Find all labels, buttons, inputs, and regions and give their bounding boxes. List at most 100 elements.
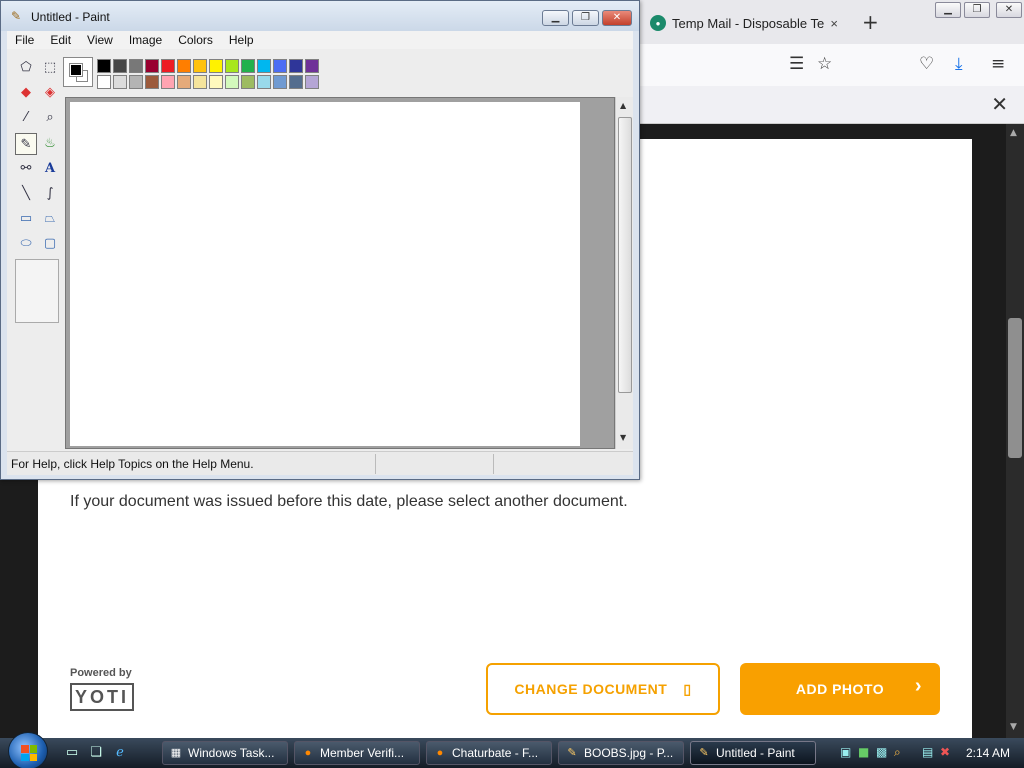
scroll-up-icon[interactable]: ▲: [620, 101, 626, 110]
airbrush-icon[interactable]: ⚯: [15, 158, 37, 180]
volume-muted-icon[interactable]: ✖: [940, 745, 950, 759]
page-scrollbar[interactable]: ▲ ▼: [1006, 124, 1024, 738]
switch-windows-icon[interactable]: ❏: [88, 745, 104, 761]
drawing-canvas[interactable]: [70, 102, 580, 446]
scroll-down-icon[interactable]: ▼: [620, 433, 626, 442]
line-icon[interactable]: ╲: [15, 183, 37, 205]
color-swatch[interactable]: [241, 75, 255, 89]
color-swatch[interactable]: [225, 59, 239, 73]
fill-bucket-icon[interactable]: ◈: [39, 82, 61, 104]
color-swatch[interactable]: [145, 75, 159, 89]
taskbar-item-task-manager[interactable]: ▦ Windows Task...: [162, 741, 288, 765]
foreground-color[interactable]: [69, 63, 83, 77]
security-icon[interactable]: ■: [858, 745, 869, 759]
taskbar-item-boobs-paint[interactable]: ✎ BOOBS.jpg - P...: [558, 741, 684, 765]
tray-app-icon[interactable]: ▩: [876, 745, 887, 759]
color-swatch[interactable]: [177, 59, 191, 73]
reader-view-icon[interactable]: ☰: [789, 54, 804, 74]
polygon-icon[interactable]: ⏢: [39, 208, 61, 230]
download-icon[interactable]: ⤓: [955, 54, 963, 74]
taskbar-item-untitled-paint[interactable]: ✎ Untitled - Paint: [690, 741, 816, 765]
color-swatch[interactable]: [289, 59, 303, 73]
color-swatch[interactable]: [273, 75, 287, 89]
menu-view[interactable]: View: [79, 31, 121, 49]
color-swatch[interactable]: [161, 59, 175, 73]
color-swatch[interactable]: [305, 59, 319, 73]
menu-edit[interactable]: Edit: [42, 31, 79, 49]
color-swatch[interactable]: [209, 59, 223, 73]
color-swatch[interactable]: [97, 75, 111, 89]
menu-image[interactable]: Image: [121, 31, 170, 49]
color-swatch[interactable]: [225, 75, 239, 89]
scroll-up-icon[interactable]: ▲: [1010, 128, 1017, 138]
taskbar-item-chaturbate[interactable]: ● Chaturbate - F...: [426, 741, 552, 765]
canvas-scroll-thumb[interactable]: [618, 117, 632, 393]
paint-maximize-button[interactable]: ❐: [572, 10, 599, 26]
browser-minimize-button[interactable]: ▁: [935, 2, 961, 18]
notification-close-icon[interactable]: ✕: [991, 92, 1008, 116]
firefox-icon: ●: [436, 747, 444, 759]
color-swatch[interactable]: [97, 59, 111, 73]
taskbar-item-member-verification[interactable]: ● Member Verifi...: [294, 741, 420, 765]
paint-minimize-button[interactable]: ▁: [542, 10, 569, 26]
color-swatch[interactable]: [129, 75, 143, 89]
canvas-scrollbar[interactable]: ▲ ▼: [615, 97, 633, 449]
scroll-down-icon[interactable]: ▼: [1010, 722, 1017, 732]
browser-tab[interactable]: ● Temp Mail - Disposable Temp ×: [644, 8, 844, 38]
menu-colors[interactable]: Colors: [170, 31, 221, 49]
show-desktop-icon[interactable]: ▭: [64, 745, 80, 761]
browser-close-button[interactable]: ✕: [996, 2, 1022, 18]
change-document-button[interactable]: CHANGE DOCUMENT ▯: [486, 663, 720, 715]
pencil-icon[interactable]: ✎: [15, 133, 37, 155]
color-swatch[interactable]: [209, 75, 223, 89]
text-tool-icon[interactable]: A: [39, 158, 61, 180]
menu-file[interactable]: File: [7, 31, 42, 49]
paint-icon: ✎: [567, 747, 577, 759]
color-swatch[interactable]: [241, 59, 255, 73]
color-swatch[interactable]: [193, 75, 207, 89]
firefox-icon: ●: [304, 747, 312, 759]
status-text: For Help, click Help Topics on the Help …: [11, 457, 254, 471]
color-swatch[interactable]: [257, 75, 271, 89]
ellipse-icon[interactable]: ⬭: [15, 233, 37, 255]
paint-close-button[interactable]: ✕: [602, 10, 632, 26]
paint-titlebar[interactable]: ✎ Untitled - Paint ▁ ❐ ✕: [1, 1, 639, 31]
color-swatch[interactable]: [289, 75, 303, 89]
network-icon[interactable]: ▤: [922, 745, 933, 759]
current-colors[interactable]: [63, 57, 93, 87]
free-select-icon[interactable]: ⬠: [15, 57, 37, 79]
tab-close-icon[interactable]: ×: [830, 16, 838, 31]
internet-explorer-icon[interactable]: ℯ: [112, 745, 128, 761]
network-status-icon[interactable]: ▣: [840, 745, 851, 759]
curve-icon[interactable]: ∫: [39, 183, 61, 205]
rectangle-icon[interactable]: ▭: [15, 208, 37, 230]
browser-maximize-button[interactable]: ❐: [964, 2, 990, 18]
search-tray-icon[interactable]: ⌕: [894, 745, 901, 760]
menu-help[interactable]: Help: [221, 31, 262, 49]
tool-options-box[interactable]: [15, 259, 59, 323]
color-swatch[interactable]: [145, 59, 159, 73]
magnifier-icon[interactable]: ⌕: [39, 107, 61, 129]
bookmark-star-icon[interactable]: ☆: [817, 54, 832, 74]
color-picker-icon[interactable]: ⁄: [15, 107, 37, 129]
color-swatch[interactable]: [257, 59, 271, 73]
color-swatch[interactable]: [177, 75, 191, 89]
menu-icon[interactable]: ≡: [991, 54, 1005, 74]
color-swatch[interactable]: [129, 59, 143, 73]
rounded-rectangle-icon[interactable]: ▢: [39, 233, 61, 255]
color-swatch[interactable]: [113, 75, 127, 89]
add-photo-button[interactable]: ADD PHOTO ›: [740, 663, 940, 715]
eraser-icon[interactable]: ◆: [15, 82, 37, 104]
pocket-icon[interactable]: ♡: [919, 54, 934, 74]
select-icon[interactable]: ⬚: [39, 57, 61, 79]
start-button[interactable]: [8, 732, 48, 768]
scrollbar-thumb[interactable]: [1008, 318, 1022, 458]
color-swatch[interactable]: [161, 75, 175, 89]
color-swatch[interactable]: [193, 59, 207, 73]
new-tab-button[interactable]: +: [862, 10, 879, 34]
paint-app-icon: ✎: [11, 9, 22, 23]
color-swatch[interactable]: [273, 59, 287, 73]
color-swatch[interactable]: [113, 59, 127, 73]
brush-icon[interactable]: ♨: [39, 133, 61, 155]
color-swatch[interactable]: [305, 75, 319, 89]
